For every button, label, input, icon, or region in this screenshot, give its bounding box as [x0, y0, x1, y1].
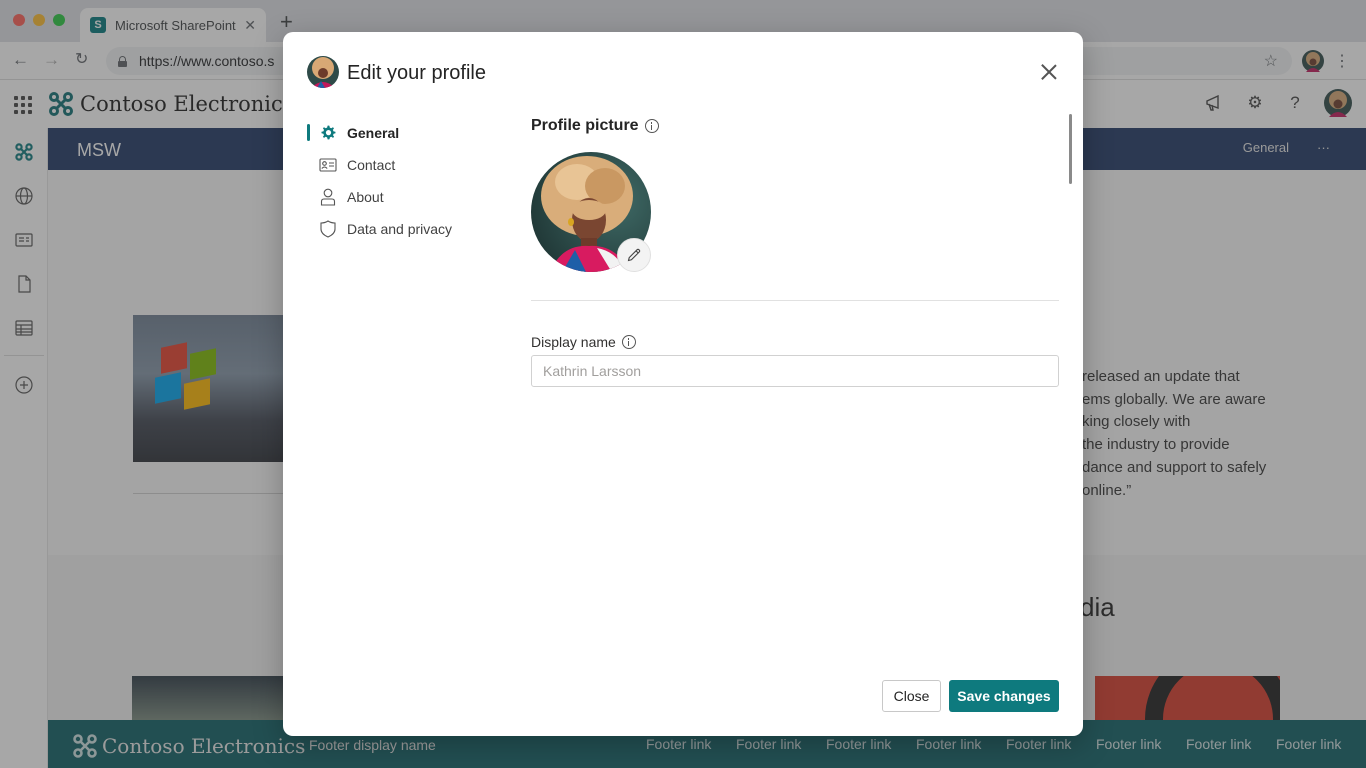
nav-item-contact[interactable]: Contact — [307, 149, 507, 181]
profile-avatar — [307, 56, 339, 88]
pencil-icon — [627, 248, 641, 262]
display-name-input[interactable] — [531, 355, 1059, 387]
edit-photo-button[interactable] — [617, 238, 651, 272]
gear-icon — [319, 124, 337, 142]
dialog-title: Edit your profile — [347, 62, 486, 84]
active-indicator — [307, 124, 310, 141]
display-name-label-text: Display name — [531, 334, 616, 350]
close-button[interactable]: Close — [882, 680, 941, 712]
profile-nav: General Contact About Data and privacy — [307, 117, 507, 245]
person-icon — [319, 188, 337, 206]
display-name-label: Display name — [531, 334, 636, 350]
nav-item-general[interactable]: General — [307, 117, 507, 149]
section-divider — [531, 300, 1059, 301]
dialog-scrollbar[interactable] — [1069, 114, 1072, 184]
close-icon[interactable] — [1040, 63, 1058, 81]
nav-label: About — [347, 189, 384, 205]
nav-item-data-and-privacy[interactable]: Data and privacy — [307, 213, 507, 245]
contact-card-icon — [319, 156, 337, 174]
edit-profile-dialog: Edit your profile General Contact About — [283, 32, 1083, 736]
nav-label: Contact — [347, 157, 396, 173]
nav-label: Data and privacy — [347, 221, 453, 237]
profile-picture-label: Profile picture — [531, 117, 639, 134]
info-icon[interactable] — [644, 119, 659, 133]
save-changes-button[interactable]: Save changes — [949, 680, 1059, 712]
nav-label: General — [347, 125, 400, 141]
shield-icon — [319, 220, 337, 238]
nav-item-about[interactable]: About — [307, 181, 507, 213]
profile-picture — [531, 152, 653, 274]
info-icon[interactable] — [621, 335, 636, 349]
general-pane: Profile picture Display name Kathrin Lar… — [531, 117, 1059, 387]
profile-picture-heading: Profile picture — [531, 117, 1059, 135]
